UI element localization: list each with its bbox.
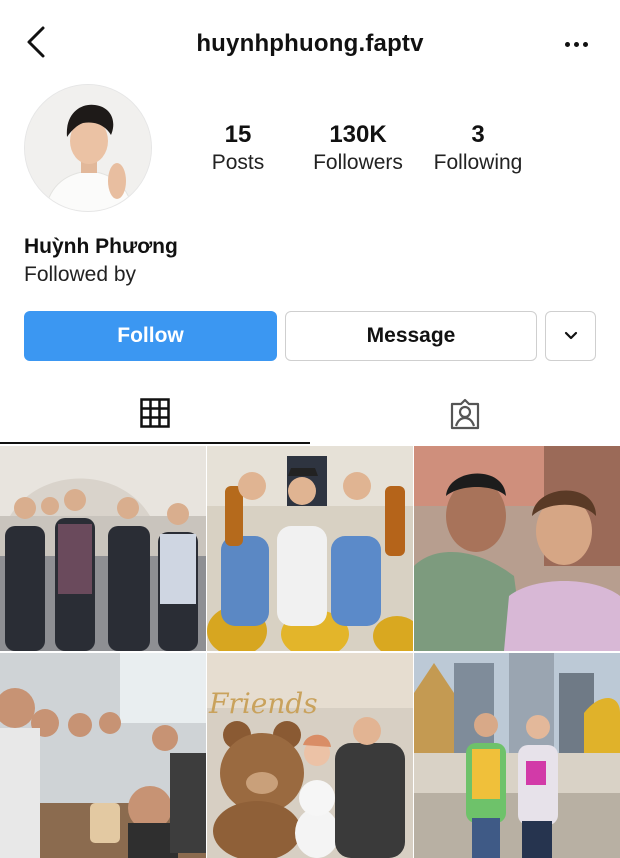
stat-posts[interactable]: 15 Posts (178, 120, 298, 176)
following-label: Following (433, 151, 523, 174)
post-image (414, 446, 620, 651)
profile-full-name: Huỳnh Phương (24, 235, 178, 258)
followed-by-text[interactable]: Followed by (24, 263, 136, 287)
post-thumbnail[interactable] (207, 446, 413, 651)
tagged-person-icon (450, 398, 480, 430)
more-horizontal-icon (564, 41, 570, 47)
post-thumbnail[interactable] (0, 446, 206, 651)
message-button[interactable]: Message (285, 311, 537, 361)
posts-label: Posts (211, 151, 265, 174)
posts-grid: Friends (0, 446, 620, 858)
suggested-accounts-button[interactable] (545, 311, 596, 361)
post-thumbnail[interactable] (414, 653, 620, 858)
tab-tagged[interactable] (310, 384, 620, 444)
followers-label: Followers (313, 151, 403, 174)
post-thumbnail[interactable] (0, 653, 206, 858)
post-thumbnail[interactable] (414, 446, 620, 651)
grid-icon (140, 398, 170, 428)
profile-avatar[interactable] (24, 84, 152, 212)
profile-username: huynhphuong.faptv (196, 30, 424, 57)
followers-count: 130K (329, 121, 387, 148)
stat-followers[interactable]: 130K Followers (298, 120, 418, 176)
post-thumbnail[interactable]: Friends (207, 653, 413, 858)
top-bar: huynhphuong.faptv (0, 0, 620, 90)
post-image: Friends (207, 653, 413, 858)
follow-button[interactable]: Follow (24, 311, 277, 361)
posts-count: 15 (224, 121, 252, 148)
following-count: 3 (471, 121, 485, 148)
post-image (0, 653, 206, 858)
profile-tabs (0, 384, 620, 444)
stat-following[interactable]: 3 Following (418, 120, 538, 176)
post-image (207, 446, 413, 651)
chevron-down-icon (564, 331, 577, 340)
tab-posts-grid[interactable] (0, 384, 310, 444)
post-image (414, 653, 620, 858)
more-options-button[interactable] (556, 30, 596, 58)
profile-stats: 15 Posts 130K Followers 3 Following (178, 120, 578, 176)
post-image (0, 446, 206, 651)
svg-text:Friends: Friends (208, 687, 318, 720)
